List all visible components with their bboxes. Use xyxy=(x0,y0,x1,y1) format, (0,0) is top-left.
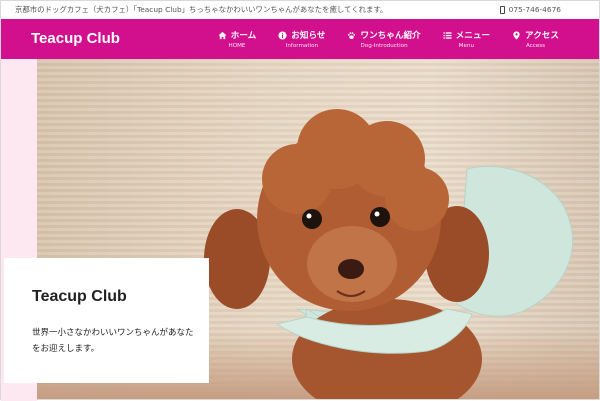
phone-icon xyxy=(499,6,505,14)
nav-item-menu[interactable]: メニュー Menu xyxy=(443,19,490,59)
home-icon xyxy=(218,31,227,40)
nav-label-information: お知らせ xyxy=(291,31,326,41)
phone-number[interactable]: 075-746-4676 xyxy=(499,1,561,19)
nav-label-menu: メニュー xyxy=(455,31,491,41)
hero-description: 世界一小さなかわいいワンちゃんがあなたをお迎えします。 xyxy=(32,328,194,354)
list-icon xyxy=(443,31,452,40)
hero-title: Teacup Club xyxy=(32,288,127,305)
phone-text: 075-746-4676 xyxy=(508,5,561,14)
nav-sub-access: Access xyxy=(525,43,546,49)
nav-sub-dog-introduction: Dog-Introduction xyxy=(360,43,408,49)
nav-sub-information: Information xyxy=(285,43,319,49)
map-pin-icon xyxy=(512,30,521,40)
hero-caption-card: Teacup Club 世界一小さなかわいいワンちゃんがあなたをお迎えします。 xyxy=(4,258,209,383)
nav-item-home[interactable]: ホーム HOME xyxy=(218,19,257,59)
nav-item-dog-introduction[interactable]: ワンちゃん紹介 Dog-Introduction xyxy=(347,19,421,59)
main-nav: ホーム HOME お知らせ Information ワンちゃん紹介 Dog-In… xyxy=(196,19,559,59)
nav-label-home: ホーム xyxy=(230,31,257,41)
nav-label-dog-introduction: ワンちゃん紹介 xyxy=(360,31,421,41)
nav-item-information[interactable]: お知らせ Information xyxy=(278,19,325,59)
paw-icon xyxy=(347,31,356,40)
site-header: Teacup Club ホーム HOME お知らせ Information ワン… xyxy=(1,19,599,59)
top-info-bar: 京都市のドッグカフェ（犬カフェ）「Teacup Club」ちっちゃなかわいいワン… xyxy=(1,1,599,19)
nav-item-access[interactable]: アクセス Access xyxy=(512,19,559,59)
site-logo[interactable]: Teacup Club xyxy=(31,19,120,59)
site-tagline: 京都市のドッグカフェ（犬カフェ）「Teacup Club」ちっちゃなかわいいワン… xyxy=(15,5,388,14)
nav-sub-home: HOME xyxy=(228,43,246,49)
info-icon xyxy=(278,30,287,40)
nav-sub-menu: Menu xyxy=(458,43,475,49)
nav-label-access: アクセス xyxy=(525,31,559,41)
